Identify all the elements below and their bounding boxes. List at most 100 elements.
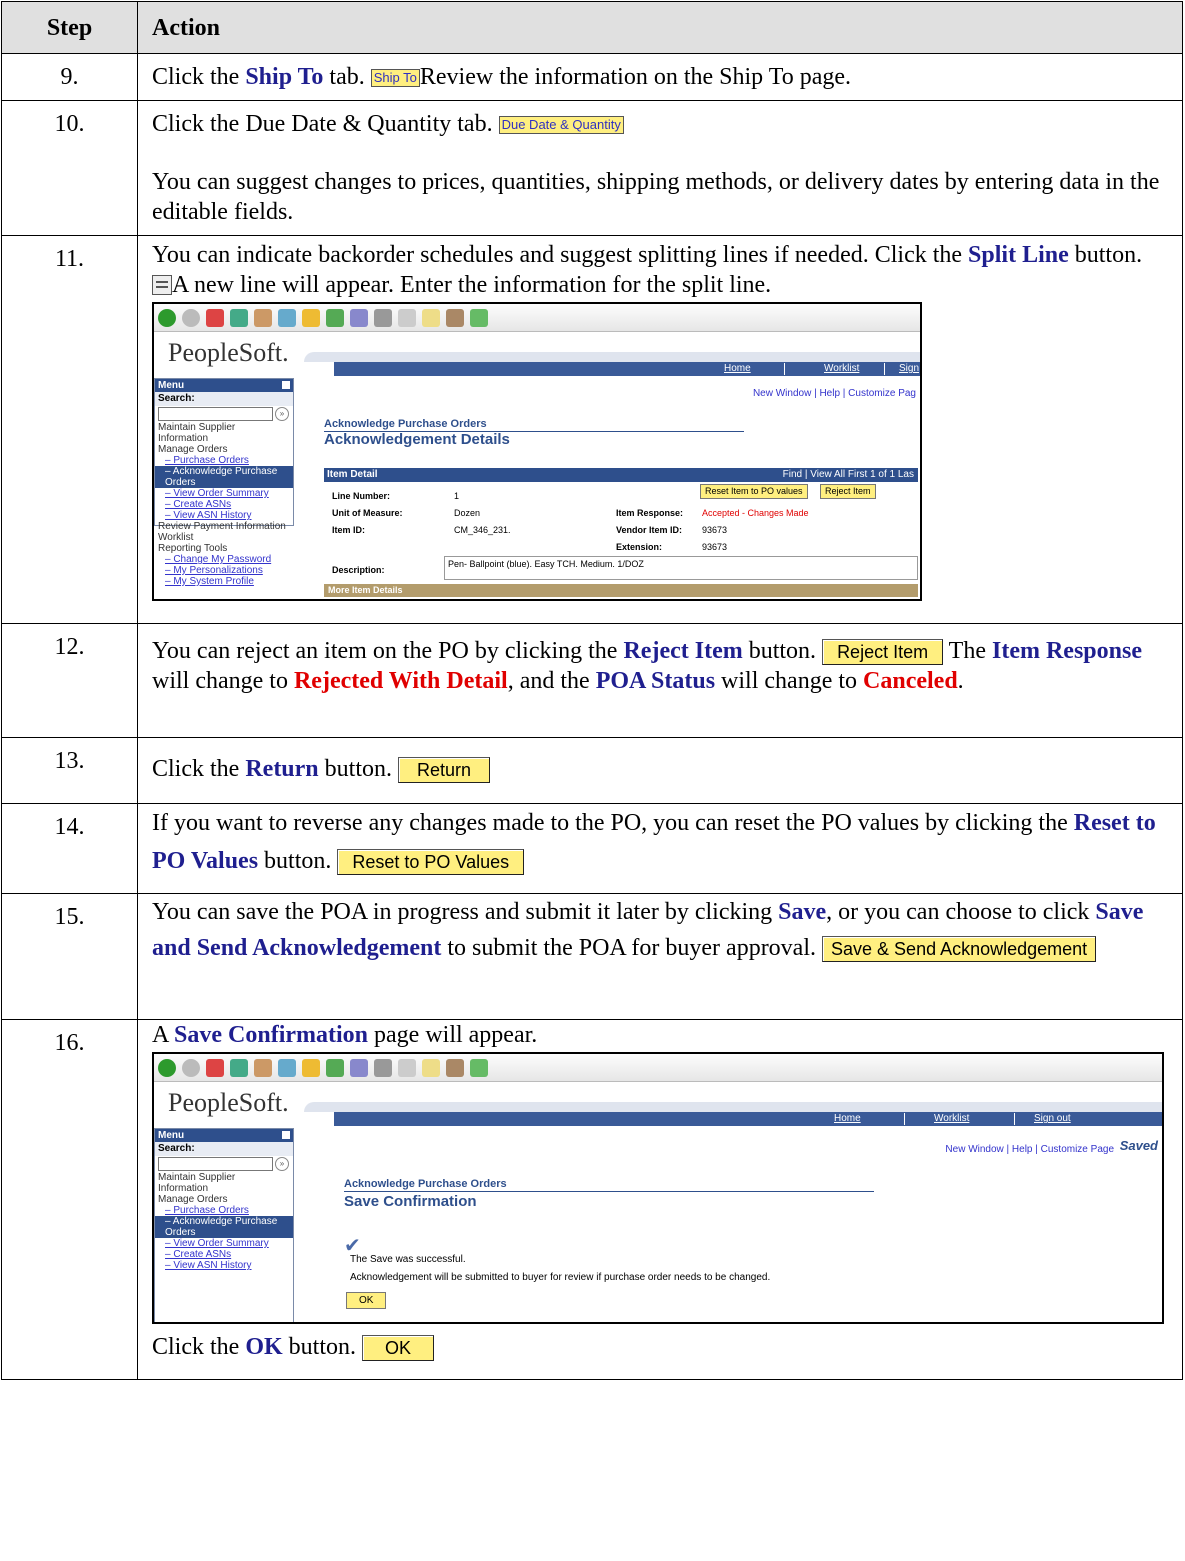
menu-item[interactable]: Manage Orders: [155, 1194, 293, 1205]
menu-item[interactable]: – Purchase Orders: [155, 1205, 293, 1216]
step-row-16: 16. A Save Confirmation page will appear…: [1, 1019, 1183, 1380]
menu-item[interactable]: – My Personalizations: [155, 565, 293, 576]
menu-item[interactable]: – Purchase Orders: [155, 455, 293, 466]
text: The: [948, 638, 992, 664]
page-links[interactable]: New Window | Help | Customize Page: [945, 1144, 1114, 1156]
menu-item[interactable]: – Change My Password: [155, 554, 293, 565]
menu-item[interactable]: Review Payment Information: [155, 521, 293, 532]
step-action: Click the Due Date & Quantity tab. Due D…: [137, 100, 1183, 236]
description-field[interactable]: Pen- Ballpoint (blue). Easy TCH. Medium.…: [444, 556, 918, 580]
stop-icon: [206, 1058, 224, 1077]
messenger-icon: [470, 308, 488, 327]
text: will change to: [152, 668, 294, 694]
peoplesoft-logo: PeopleSoft.: [168, 338, 289, 367]
text: Click the: [152, 64, 246, 90]
step-row-13: 13. Click the Return button. Return: [1, 737, 1183, 804]
menu-item-selected[interactable]: Orders: [155, 1227, 293, 1238]
menu-item[interactable]: Manage Orders: [155, 444, 293, 455]
browser-toolbar: [154, 304, 920, 332]
nav-signout-link[interactable]: Sign o: [899, 363, 920, 387]
stop-icon: [206, 308, 224, 327]
due-date-tab-image: Due Date & Quantity: [498, 116, 624, 135]
reset-item-button[interactable]: Reset Item to PO values: [700, 484, 808, 499]
history-icon: [326, 1058, 344, 1077]
item-detail-nav[interactable]: Find | View All First 1 of 1 Las: [783, 469, 914, 481]
text: will change to: [715, 668, 864, 694]
step-number: 14.: [1, 803, 138, 894]
steps-table: Step Action 9. Click the Ship To tab. Sh…: [1, 1, 1183, 1380]
print-icon: [374, 308, 392, 327]
bold-term: Reject Item: [623, 638, 743, 664]
extension-label: Extension:: [616, 542, 663, 552]
home-icon: [254, 1058, 272, 1077]
search-go-icon[interactable]: »: [275, 407, 289, 421]
ok-button[interactable]: OK: [346, 1292, 387, 1309]
menu-item[interactable]: – View Order Summary: [155, 1238, 293, 1249]
header-nav-band: Home Worklist Sign out: [334, 1112, 1162, 1126]
bold-term: Item Response: [991, 638, 1142, 664]
more-item-details[interactable]: More Item Details: [324, 584, 918, 597]
step-action: You can indicate backorder schedules and…: [137, 235, 1183, 624]
text: button.: [282, 1334, 363, 1360]
menu-item[interactable]: Worklist: [155, 532, 293, 543]
menu-item[interactable]: Maintain Supplier: [155, 1172, 293, 1183]
menu-item[interactable]: Maintain Supplier: [155, 422, 293, 433]
ok-button-image: OK: [362, 1335, 435, 1362]
menu-item[interactable]: Reporting Tools: [155, 543, 293, 554]
breadcrumb: Acknowledge Purchase Orders: [344, 1178, 507, 1190]
red-term: Canceled: [863, 668, 958, 694]
paragraph: You can suggest changes to prices, quant…: [152, 169, 1160, 225]
item-response-value: Accepted - Changes Made: [702, 508, 809, 518]
text: button.: [258, 848, 338, 874]
text: Click the: [152, 1334, 246, 1360]
step-action: If you want to reverse any changes made …: [137, 803, 1183, 894]
menu-item[interactable]: Information: [155, 1183, 293, 1194]
menu-item[interactable]: – View ASN History: [155, 510, 293, 521]
menu-item[interactable]: Information: [155, 433, 293, 444]
menu-item[interactable]: – View ASN History: [155, 1260, 293, 1271]
nav-home-link[interactable]: Home: [724, 363, 751, 375]
menu-panel: Menu Search: » Maintain Supplier Informa…: [154, 378, 294, 587]
step-row-11: 11. You can indicate backorder schedules…: [1, 235, 1183, 624]
bold-term: Save: [778, 899, 827, 925]
item-id-label: Item ID:: [332, 525, 366, 535]
menu-item-selected[interactable]: Orders: [155, 477, 293, 488]
bold-term: Save Confirmation: [174, 1022, 369, 1048]
peoplesoft-logo: PeopleSoft.: [168, 1088, 289, 1117]
step-row-14: 14. If you want to reverse any changes m…: [1, 803, 1183, 894]
menu-item[interactable]: – My System Profile: [155, 576, 293, 587]
nav-worklist-link[interactable]: Worklist: [824, 363, 859, 375]
page-title: Save Confirmation: [344, 1193, 477, 1210]
item-detail-bar: Item Detail Find | View All First 1 of 1 …: [324, 468, 918, 482]
checkmark-icon: ✔: [344, 1235, 361, 1257]
menu-item[interactable]: – Create ASNs: [155, 1249, 293, 1260]
menu-item-selected[interactable]: – Acknowledge Purchase: [155, 1216, 293, 1227]
print-icon: [374, 1058, 392, 1077]
nav-signout-link[interactable]: Sign out: [1034, 1113, 1071, 1125]
bold-term: OK: [245, 1334, 283, 1360]
nav-worklist-link[interactable]: Worklist: [934, 1113, 969, 1125]
reject-item-button[interactable]: Reject Item: [820, 484, 876, 499]
schedules-bar-cutoff: [324, 600, 918, 601]
nav-home-link[interactable]: Home: [834, 1113, 861, 1125]
text: to submit the POA for buyer approval.: [441, 935, 823, 961]
step-row-9: 9. Click the Ship To tab. Ship To Review …: [1, 53, 1183, 101]
search-go-icon[interactable]: »: [275, 1157, 289, 1171]
step-number: 10.: [1, 100, 138, 236]
search-input[interactable]: [158, 1157, 273, 1171]
page-links[interactable]: New Window | Help | Customize Pag: [753, 388, 916, 400]
text: button.: [1068, 242, 1143, 268]
menu-item-selected[interactable]: – Acknowledge Purchase: [155, 466, 293, 477]
favorites-icon: [302, 1058, 320, 1077]
step-number: 12.: [1, 623, 138, 738]
line-number-value: 1: [454, 491, 460, 501]
text: A new line will appear. Enter the inform…: [172, 272, 772, 298]
vendor-item-value: 93673: [702, 525, 728, 535]
step-action: A Save Confirmation page will appear. Pe…: [137, 1019, 1183, 1380]
search-label: Search:: [155, 1142, 293, 1156]
search-input[interactable]: [158, 407, 273, 421]
menu-item[interactable]: – Create ASNs: [155, 499, 293, 510]
edit-icon: [398, 308, 416, 327]
menu-item[interactable]: – View Order Summary: [155, 488, 293, 499]
step-row-15: 15. You can save the POA in progress and…: [1, 893, 1183, 1020]
